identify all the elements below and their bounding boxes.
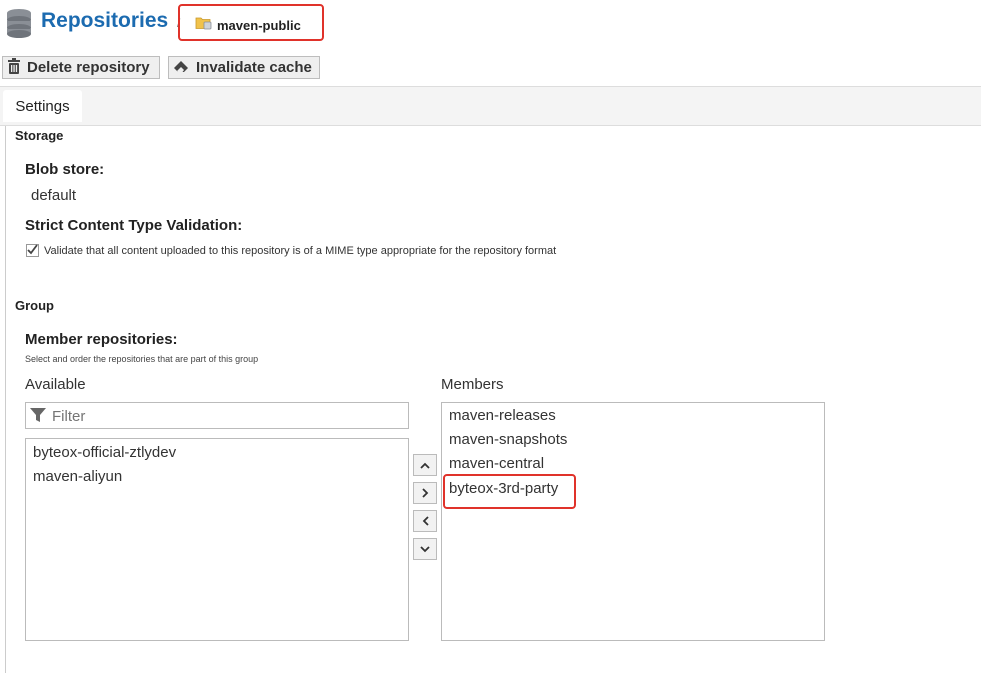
members-list[interactable]: maven-releases maven-snapshots maven-cen… — [441, 402, 825, 641]
folder-icon — [195, 15, 212, 35]
breadcrumb-current: maven-public — [217, 18, 301, 33]
strict-content-checkbox-label: Validate that all content uploaded to th… — [44, 245, 557, 257]
remove-member-button[interactable] — [413, 510, 437, 532]
blob-store-label: Blob store: — [25, 161, 105, 178]
member-item[interactable]: maven-releases — [449, 407, 556, 424]
content-left-border — [5, 126, 6, 673]
strict-content-label: Strict Content Type Validation: — [25, 217, 243, 234]
move-down-button[interactable] — [413, 538, 437, 560]
repositories-icon — [6, 8, 32, 43]
add-member-button[interactable] — [413, 482, 437, 504]
delete-repository-label: Delete repository — [27, 59, 150, 76]
member-item[interactable]: maven-snapshots — [449, 431, 567, 448]
trash-icon — [7, 57, 21, 78]
invalidate-cache-button[interactable]: Invalidate cache — [168, 56, 320, 79]
member-item[interactable]: maven-central — [449, 455, 544, 472]
member-highlight — [443, 474, 576, 509]
tab-settings[interactable]: Settings — [3, 90, 82, 122]
filter-icon — [30, 408, 46, 428]
available-item[interactable]: byteox-official-ztlydev — [33, 444, 176, 461]
chevron-right-icon — [421, 488, 428, 498]
blob-store-value: default — [31, 187, 77, 204]
chevron-left-icon — [422, 516, 429, 526]
invalidate-cache-label: Invalidate cache — [196, 59, 312, 76]
available-list[interactable]: byteox-official-ztlydev maven-aliyun — [25, 438, 409, 641]
move-up-button[interactable] — [413, 454, 437, 476]
strict-content-checkbox[interactable] — [26, 244, 39, 257]
delete-repository-button[interactable]: Delete repository — [2, 56, 160, 79]
available-label: Available — [25, 376, 86, 393]
filter-field[interactable] — [25, 402, 409, 429]
chevron-up-icon — [420, 462, 430, 469]
checkmark-icon — [27, 244, 38, 255]
tab-bar — [0, 86, 981, 126]
filter-input[interactable] — [50, 406, 404, 427]
group-section-title: Group — [15, 298, 54, 313]
eraser-icon — [173, 59, 190, 77]
chevron-down-icon — [420, 545, 430, 552]
storage-section-title: Storage — [15, 128, 64, 143]
member-repositories-label: Member repositories: — [25, 331, 178, 348]
members-label: Members — [441, 376, 504, 393]
available-item[interactable]: maven-aliyun — [33, 468, 122, 485]
member-repositories-help: Select and order the repositories that a… — [25, 354, 259, 364]
page-title[interactable]: Repositories — [41, 9, 168, 33]
